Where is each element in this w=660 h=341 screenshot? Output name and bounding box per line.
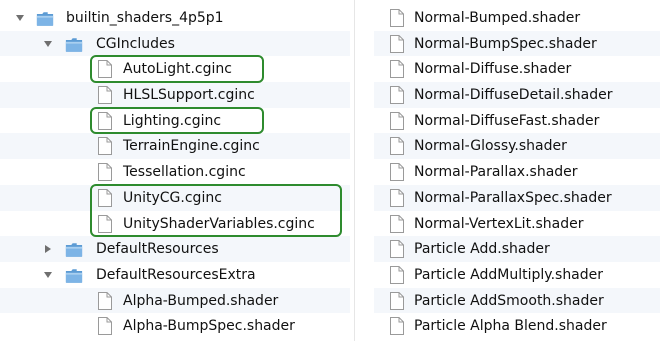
file-list-label: Normal-Bumped.shader	[414, 10, 581, 26]
tree-item-label: Tessellation.cginc	[123, 164, 246, 181]
file-list-row[interactable]: Particle AddSmooth.shader	[374, 287, 660, 314]
document-icon	[390, 137, 404, 156]
document-icon	[390, 188, 404, 207]
document-icon	[390, 163, 404, 182]
tree-file-row[interactable]: TerrainEngine.cginc	[0, 133, 350, 160]
left-file-tree: builtin_shaders_4p5p1 CGIncludes AutoLight…	[0, 0, 350, 341]
document-icon	[98, 86, 112, 105]
document-icon	[98, 163, 112, 182]
folder-icon	[65, 269, 83, 283]
document-icon	[390, 291, 404, 310]
tree-item-label: HLSLSupport.cginc	[123, 87, 255, 104]
disclosure-expanded-icon[interactable]	[14, 12, 26, 24]
file-list-label: Particle AddSmooth.shader	[414, 292, 604, 309]
tree-file-row[interactable]: Alpha-Bumped.shader	[0, 287, 350, 314]
file-list-label: Normal-ParallaxSpec.shader	[414, 189, 612, 206]
file-list-label: Particle Alpha Blend.shader	[414, 318, 607, 335]
file-list-row[interactable]: Particle Add.shader	[374, 236, 660, 262]
tree-item-label: DefaultResources	[96, 241, 219, 258]
tree-file-row[interactable]: AutoLight.cginc	[0, 56, 350, 82]
file-list-label: Normal-BumpSpec.shader	[414, 35, 597, 52]
tree-item-label: DefaultResourcesExtra	[96, 266, 256, 283]
file-list-row[interactable]: Particle Alpha Blend.shader	[374, 313, 660, 339]
disclosure-collapsed-icon[interactable]	[42, 243, 54, 255]
tree-file-row[interactable]: Tessellation.cginc	[0, 159, 350, 185]
tree-file-row[interactable]: UnityCG.cginc	[0, 184, 350, 211]
document-icon	[390, 9, 404, 27]
file-list-label: Normal-DiffuseFast.shader	[414, 112, 600, 129]
tree-item-label: UnityCG.cginc	[123, 189, 222, 206]
tree-item-label: Lighting.cginc	[123, 112, 222, 129]
tree-folder-row[interactable]: CGIncludes	[0, 30, 350, 57]
document-icon	[390, 317, 404, 336]
disclosure-expanded-icon[interactable]	[42, 269, 54, 281]
tree-item-label: CGIncludes	[96, 35, 175, 52]
document-icon	[390, 111, 404, 130]
folder-icon	[36, 12, 54, 26]
document-icon	[98, 111, 112, 130]
pane-divider	[354, 0, 355, 341]
file-list-label: Normal-Parallax.shader	[414, 164, 578, 181]
tree-item-label: builtin_shaders_4p5p1	[66, 10, 224, 26]
left-tree-rows: builtin_shaders_4p5p1 CGIncludes AutoLight…	[0, 5, 350, 339]
file-list-label: Normal-Glossy.shader	[414, 138, 567, 155]
tree-item-label: Alpha-BumpSpec.shader	[123, 318, 295, 335]
tree-folder-row[interactable]: builtin_shaders_4p5p1	[0, 5, 350, 31]
document-icon	[98, 214, 112, 233]
tree-file-row[interactable]: UnityShaderVariables.cginc	[0, 211, 350, 237]
file-list-label: Normal-Diffuse.shader	[414, 61, 572, 78]
tree-item-label: AutoLight.cginc	[123, 61, 232, 78]
document-icon	[98, 60, 112, 79]
file-list-label: Normal-VertexLit.shader	[414, 215, 584, 232]
file-list-label: Particle Add.shader	[414, 241, 550, 258]
tree-file-row[interactable]: HLSLSupport.cginc	[0, 82, 350, 108]
file-list-row[interactable]: Normal-VertexLit.shader	[374, 211, 660, 237]
tree-file-row[interactable]: Alpha-BumpSpec.shader	[0, 313, 350, 339]
tree-item-label: Alpha-Bumped.shader	[123, 292, 279, 309]
document-icon	[98, 137, 112, 156]
document-icon	[390, 265, 404, 284]
file-list-row[interactable]: Normal-DiffuseFast.shader	[374, 108, 660, 134]
file-list-row[interactable]: Normal-ParallaxSpec.shader	[374, 184, 660, 211]
right-list-rows: Normal-Bumped.shader Normal-BumpSpec.shad…	[374, 5, 660, 339]
file-list-row[interactable]: Normal-Glossy.shader	[374, 133, 660, 160]
file-list-row[interactable]: Normal-Diffuse.shader	[374, 56, 660, 82]
tree-folder-row[interactable]: DefaultResources	[0, 236, 350, 262]
tree-file-row[interactable]: Lighting.cginc	[0, 108, 350, 134]
document-icon	[98, 291, 112, 310]
document-icon	[390, 60, 404, 79]
file-list-row[interactable]: Normal-Bumped.shader	[374, 5, 660, 31]
file-list-row[interactable]: Normal-Parallax.shader	[374, 159, 660, 185]
file-list-row[interactable]: Normal-BumpSpec.shader	[374, 30, 660, 57]
document-icon	[390, 34, 404, 53]
folder-icon	[65, 243, 83, 257]
right-file-list: Normal-Bumped.shader Normal-BumpSpec.shad…	[374, 0, 660, 341]
disclosure-expanded-icon[interactable]	[42, 38, 54, 50]
file-list-row[interactable]: Normal-DiffuseDetail.shader	[374, 82, 660, 108]
file-list-row[interactable]: Particle AddMultiply.shader	[374, 262, 660, 288]
document-icon	[390, 214, 404, 233]
folder-icon	[65, 37, 83, 52]
document-icon	[98, 188, 112, 207]
tree-item-label: UnityShaderVariables.cginc	[123, 215, 315, 232]
document-icon	[98, 317, 112, 336]
file-list-label: Particle AddMultiply.shader	[414, 266, 604, 283]
tree-folder-row[interactable]: DefaultResourcesExtra	[0, 262, 350, 288]
file-list-label: Normal-DiffuseDetail.shader	[414, 87, 613, 104]
document-icon	[390, 86, 404, 105]
tree-item-label: TerrainEngine.cginc	[123, 138, 260, 155]
document-icon	[390, 240, 404, 259]
